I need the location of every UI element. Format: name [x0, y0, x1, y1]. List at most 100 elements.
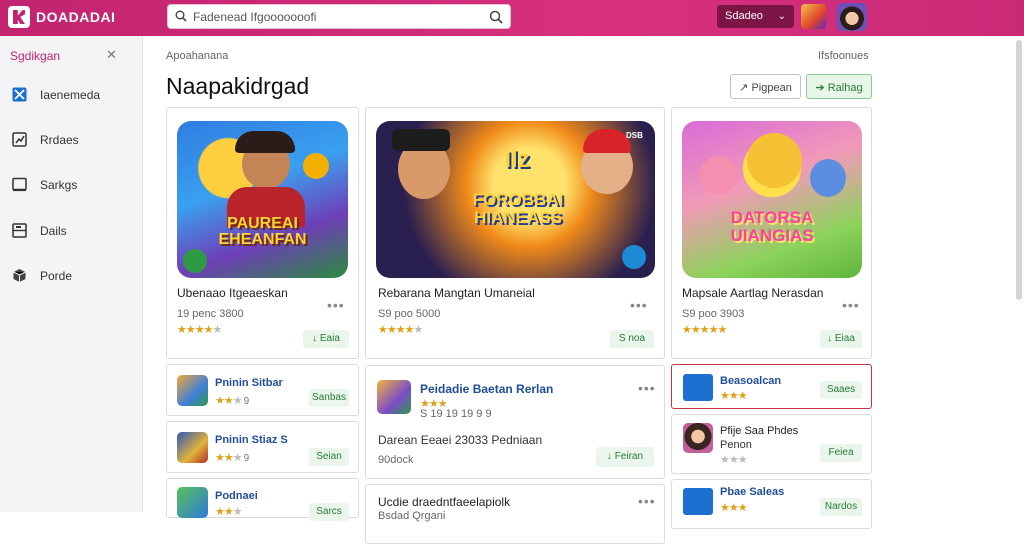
- game-title[interactable]: Pninin Stiaz S: [215, 434, 288, 446]
- square-icon: [12, 177, 27, 192]
- featured-card-1[interactable]: PAUREAI EHEANFAN Ubenaao Itgeaeskan ••• …: [166, 107, 359, 359]
- install-label: S noa: [618, 333, 646, 344]
- game-title[interactable]: Peidadie Baetan Rerlan: [420, 382, 553, 396]
- game-meta: 19 penc 3800: [177, 308, 244, 320]
- more-icon[interactable]: •••: [630, 297, 648, 313]
- game-title[interactable]: Pfije Saa Phdes: [720, 425, 798, 437]
- sidebar-title: Sgdikgan: [10, 49, 61, 63]
- game-meta: Penon: [720, 439, 752, 451]
- game-thumbnail: [177, 432, 208, 463]
- sidebar-item-label: Dails: [40, 224, 67, 238]
- install-label: Nardos: [824, 501, 858, 512]
- primary-button-label: Ralhag: [827, 82, 863, 94]
- list-item-selected[interactable]: Beasoalcan ★★★ Saaes: [671, 364, 872, 409]
- game-art-title: DATORSA UIANGIAS: [730, 208, 814, 245]
- list-item[interactable]: Pninin Stiaz S ★★★ 9 Seian: [166, 421, 359, 473]
- game-title[interactable]: Ucdie draedntfaeelapiolk: [378, 495, 510, 509]
- chevron-down-icon: ⌄: [777, 11, 786, 22]
- user-avatar[interactable]: [837, 3, 867, 31]
- install-label: Seian: [316, 451, 342, 462]
- game-thumbnail: [177, 375, 208, 406]
- rating-stars: ★★★: [720, 390, 748, 402]
- drawer-icon: [12, 223, 27, 238]
- rating-stars: ★★★★★: [378, 324, 423, 336]
- rating-stars: ★★★: [720, 454, 748, 466]
- outline-button[interactable]: ↗ Pigpean: [730, 74, 801, 99]
- chart-icon: [12, 132, 27, 147]
- sidebar-item-label: Sarkgs: [40, 178, 78, 192]
- game-meta: S 19 19 19 9 9: [420, 408, 492, 420]
- featured-card-2[interactable]: Ilz FOROBBAI HIANEASS DSB Rebarana Mangt…: [365, 107, 665, 359]
- sidebar-item-2[interactable]: Rrdaes: [0, 125, 142, 155]
- scrollbar[interactable]: [1016, 40, 1022, 300]
- install-label: Feiea: [828, 447, 854, 458]
- more-icon[interactable]: •••: [638, 493, 656, 509]
- header-link[interactable]: Ifsfoonues: [818, 50, 869, 62]
- list-panel: Peidadie Baetan Rerlan ••• ★★★ S 19 19 1…: [365, 365, 665, 479]
- sidebar-item-1[interactable]: Iaenemeda: [0, 80, 142, 110]
- account-dropdown[interactable]: Sdadeo ⌄: [717, 5, 794, 28]
- game-meta: 90dock: [378, 454, 414, 466]
- install-label: Eiaa: [834, 333, 855, 344]
- install-button[interactable]: Feiea: [820, 444, 862, 462]
- game-thumbnail: [177, 487, 208, 518]
- main-content: Apoahanana Ifsfoonues Naapakidrgad ↗ Pig…: [144, 36, 1024, 544]
- featured-card-3[interactable]: DATORSA UIANGIAS Mapsale Aartlag Nerasda…: [671, 107, 872, 359]
- install-button[interactable]: ↓ Eaia: [303, 330, 349, 348]
- sidebar-item-4[interactable]: Dails: [0, 216, 142, 246]
- install-button[interactable]: Seian: [309, 448, 349, 466]
- game-art: PAUREAI EHEANFAN: [177, 121, 348, 278]
- sidebar-item-5[interactable]: Porde: [0, 261, 142, 291]
- game-art-title: FOROBBAI HIANEASS: [472, 190, 564, 227]
- outline-button-label: Pigpean: [751, 82, 792, 94]
- install-button[interactable]: ↓ Feiran: [596, 447, 654, 467]
- game-art: Ilz FOROBBAI HIANEASS DSB: [376, 121, 655, 278]
- more-icon[interactable]: •••: [327, 297, 345, 313]
- rating-stars: ★★★★★: [177, 324, 222, 336]
- game-description: Darean Eeaei 23033 Pedniaan: [378, 433, 543, 447]
- list-item[interactable]: Pfije Saa Phdes Penon ★★★ Feiea: [671, 414, 872, 474]
- game-title[interactable]: Pninin Sitbar: [215, 377, 283, 389]
- install-label: Eaia: [319, 333, 340, 344]
- search-icon: [175, 10, 187, 22]
- more-icon[interactable]: •••: [842, 297, 860, 313]
- install-button[interactable]: ↓ Eiaa: [820, 330, 862, 348]
- game-title[interactable]: Ubenaao Itgeaeskan: [177, 286, 288, 300]
- top-bar: DOADADAI Fadenead Ifgooooooofi Sdadeo ⌄: [0, 0, 1024, 36]
- game-thumbnail: [683, 374, 713, 401]
- game-meta: S9 poo 3903: [682, 308, 745, 320]
- game-art: DATORSA UIANGIAS: [682, 121, 862, 278]
- app-title: DOADADAI: [36, 9, 116, 25]
- game-art-title: PAUREAI EHEANFAN: [218, 215, 307, 248]
- primary-button[interactable]: ➔ Ralhag: [806, 74, 872, 99]
- list-item[interactable]: Pninin Sitbar ★★★ 9 Sanbas: [166, 364, 359, 416]
- install-label: Saaes: [826, 384, 856, 395]
- game-title[interactable]: Rebarana Mangtan Umaneial: [378, 286, 535, 300]
- rating-stars: ★★★ 9: [215, 452, 249, 464]
- install-button[interactable]: Sanbas: [309, 389, 349, 407]
- sidebar-item-3[interactable]: Sarkgs: [0, 170, 142, 200]
- install-button[interactable]: S noa: [610, 330, 654, 348]
- search-placeholder: Fadenead Ifgooooooofi: [193, 10, 317, 24]
- install-button[interactable]: Sarcs: [309, 503, 349, 521]
- install-button[interactable]: Saaes: [820, 381, 862, 399]
- list-item[interactable]: Pbae Saleas ★★★ Nardos: [671, 479, 872, 529]
- install-button[interactable]: Nardos: [820, 498, 862, 516]
- search-input[interactable]: Fadenead Ifgooooooofi: [167, 4, 511, 29]
- game-art-badge: Ilz: [504, 146, 530, 173]
- game-title[interactable]: Beasoalcan: [720, 375, 781, 387]
- close-icon[interactable]: ✕: [106, 47, 117, 63]
- app-logo-icon[interactable]: [8, 6, 30, 28]
- search-submit-icon[interactable]: [488, 9, 504, 25]
- rating-stars: ★★★: [720, 502, 748, 514]
- game-avatar[interactable]: [801, 4, 826, 29]
- game-art-corner: DSB: [626, 131, 643, 140]
- list-panel-2: Ucdie draedntfaeelapiolk ••• Bsdad Qrgan…: [365, 484, 665, 544]
- list-item[interactable]: Podnaei ★★★ Sarcs: [166, 478, 359, 521]
- more-icon[interactable]: •••: [638, 380, 656, 396]
- box-icon: [13, 269, 26, 282]
- game-title[interactable]: Podnaei: [215, 490, 258, 502]
- game-title[interactable]: Pbae Saleas: [720, 486, 784, 498]
- game-title[interactable]: Mapsale Aartlag Nerasdan: [682, 286, 823, 300]
- breadcrumb[interactable]: Apoahanana: [166, 50, 228, 62]
